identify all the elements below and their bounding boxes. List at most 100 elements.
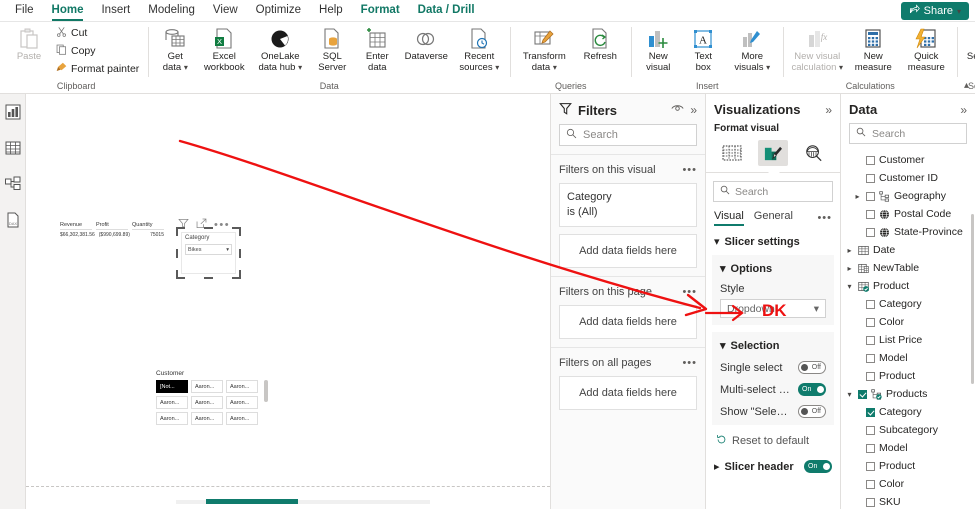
slicer-settings-section[interactable]: ▾ Slicer settings — [706, 226, 840, 249]
report-view-icon[interactable] — [3, 102, 23, 122]
reset-to-default-button[interactable]: Reset to default — [706, 425, 840, 448]
style-select[interactable]: Dropdown ▾ — [720, 299, 826, 318]
data-field-row[interactable]: ▸Customer ID — [841, 169, 975, 187]
select-all-toggle[interactable]: Off — [798, 405, 826, 418]
selection-header[interactable]: ▾ Selection — [720, 339, 826, 353]
data-field-row[interactable]: ▸Postal Code — [841, 205, 975, 223]
data-field-row[interactable]: ▸ Date — [841, 241, 975, 259]
filters-all-pages-more-icon[interactable]: ••• — [682, 357, 697, 369]
menu-tab-optimize[interactable]: Optimize — [247, 1, 310, 21]
list-item[interactable]: [Not... — [156, 380, 188, 393]
data-field-row[interactable]: ▸List Price — [841, 331, 975, 349]
sensitivity-button[interactable]: Sensitivity▾ — [962, 22, 975, 73]
chevron-right-icon[interactable]: ▸ — [845, 264, 854, 273]
menu-tab-help[interactable]: Help — [310, 1, 352, 21]
analytics-icon[interactable] — [799, 140, 829, 166]
tab-visual[interactable]: Visual — [714, 210, 744, 226]
menu-tab-data-drill[interactable]: Data / Drill — [409, 1, 484, 21]
customer-slicer-scrollbar[interactable] — [264, 380, 268, 402]
data-field-row[interactable]: ▸Customer — [841, 151, 975, 169]
data-field-row[interactable]: ▸Model — [841, 439, 975, 457]
data-field-row[interactable]: ▾ Products — [841, 385, 975, 403]
report-canvas[interactable]: Revenue Profit Quantity $66,302,381.56 (… — [26, 94, 550, 509]
field-checkbox[interactable] — [866, 479, 875, 489]
menu-tab-file[interactable]: File — [6, 1, 43, 21]
data-field-row[interactable]: ▸ NewTable — [841, 259, 975, 277]
data-search-input[interactable]: Search — [849, 123, 967, 144]
menu-tab-home[interactable]: Home — [43, 1, 93, 21]
dataverse-button[interactable]: Dataverse — [400, 22, 452, 63]
new-measure-button[interactable]: New measure — [847, 22, 899, 73]
data-field-row[interactable]: ▸Product — [841, 367, 975, 385]
field-checkbox[interactable] — [866, 407, 875, 417]
canvas-horizontal-scrollbar[interactable] — [26, 499, 550, 504]
filters-all-pages-dropzone[interactable]: Add data fields here — [559, 376, 697, 410]
more-options-icon[interactable]: ••• — [214, 219, 230, 231]
field-checkbox[interactable] — [858, 389, 867, 399]
customer-slicer-visual[interactable]: Customer [Not... Aaron... Aaron... Aaron… — [156, 370, 268, 425]
build-visual-icon[interactable] — [717, 140, 747, 166]
filters-visual-dropzone[interactable]: Add data fields here — [559, 234, 697, 268]
category-slicer-dropdown[interactable]: Bikes ▾ — [185, 244, 232, 255]
format-painter-button[interactable]: Format painter — [52, 60, 143, 78]
field-checkbox[interactable] — [866, 299, 875, 309]
list-item[interactable]: Aaron... — [156, 396, 188, 409]
filters-search-input[interactable]: Search — [559, 124, 697, 146]
scrollbar-thumb[interactable] — [206, 499, 298, 504]
excel-workbook-button[interactable]: X Excel workbook — [198, 22, 250, 73]
menu-tab-modeling[interactable]: Modeling — [139, 1, 204, 21]
menu-tab-insert[interactable]: Insert — [92, 1, 139, 21]
slicer-header-toggle[interactable]: On — [804, 460, 832, 473]
chevron-right-icon[interactable]: ▸ — [845, 246, 854, 255]
transform-data-button[interactable]: Transform data ▾ — [515, 22, 573, 73]
model-view-icon[interactable] — [3, 174, 23, 194]
text-box-button[interactable]: A Text box — [681, 22, 725, 73]
category-slicer-visual[interactable]: Category Bikes ▾ — [181, 232, 236, 274]
new-visual-calculation-button[interactable]: fx New visual calculation ▾ — [788, 22, 846, 73]
data-field-row[interactable]: ▸Subcategory — [841, 421, 975, 439]
data-field-row[interactable]: ▸Color — [841, 313, 975, 331]
filter-card-category[interactable]: Category is (All) — [559, 183, 697, 227]
report-page[interactable]: Revenue Profit Quantity $66,302,381.56 (… — [26, 94, 550, 487]
field-checkbox[interactable] — [866, 317, 875, 327]
filters-page-dropzone[interactable]: Add data fields here — [559, 305, 697, 339]
data-field-row[interactable]: ▸Product — [841, 457, 975, 475]
field-checkbox[interactable] — [866, 371, 875, 381]
data-field-row[interactable]: ▸State-Province — [841, 223, 975, 241]
field-checkbox[interactable] — [866, 443, 875, 453]
tab-general[interactable]: General — [754, 210, 793, 226]
new-visual-button[interactable]: New visual — [636, 22, 680, 73]
refresh-button[interactable]: Refresh — [574, 22, 626, 63]
list-item[interactable]: Aaron... — [226, 412, 258, 425]
chevron-right-icon[interactable]: ▸ — [853, 192, 862, 201]
data-field-row[interactable]: ▸SKU — [841, 493, 975, 509]
collapse-filters-pane-icon[interactable]: » — [690, 103, 697, 117]
single-select-toggle[interactable]: Off — [798, 361, 826, 374]
copy-button[interactable]: Copy — [52, 42, 143, 60]
chevron-right-icon[interactable]: ▸ — [714, 460, 720, 473]
data-field-row[interactable]: ▾ Product — [841, 277, 975, 295]
table-view-icon[interactable] — [3, 138, 23, 158]
list-item[interactable]: Aaron... — [191, 396, 223, 409]
field-checkbox[interactable] — [866, 155, 875, 165]
dax-query-view-icon[interactable]: DAX — [3, 210, 23, 230]
data-pane-scrollbar[interactable] — [971, 214, 974, 384]
filters-page-more-icon[interactable]: ••• — [682, 286, 697, 298]
list-item[interactable]: Aaron... — [156, 412, 188, 425]
collapse-ribbon-button[interactable]: ▴ — [964, 80, 969, 91]
data-field-row[interactable]: ▸Category — [841, 403, 975, 421]
list-item[interactable]: Aaron... — [191, 380, 223, 393]
list-item[interactable]: Aaron... — [226, 396, 258, 409]
cut-button[interactable]: Cut — [52, 24, 143, 42]
multi-select-toggle[interactable]: On — [798, 383, 826, 396]
share-button[interactable]: Share ▾ — [900, 2, 969, 20]
filters-visual-more-icon[interactable]: ••• — [682, 164, 697, 176]
field-checkbox[interactable] — [866, 173, 875, 183]
field-checkbox[interactable] — [866, 461, 875, 471]
format-tabs-more-icon[interactable]: ••• — [817, 212, 832, 224]
chevron-down-icon[interactable]: ▾ — [845, 282, 854, 291]
recent-sources-button[interactable]: Recent sources ▾ — [453, 22, 505, 73]
menu-tab-view[interactable]: View — [204, 1, 247, 21]
format-visual-icon[interactable] — [757, 140, 788, 166]
field-checkbox[interactable] — [866, 227, 875, 237]
